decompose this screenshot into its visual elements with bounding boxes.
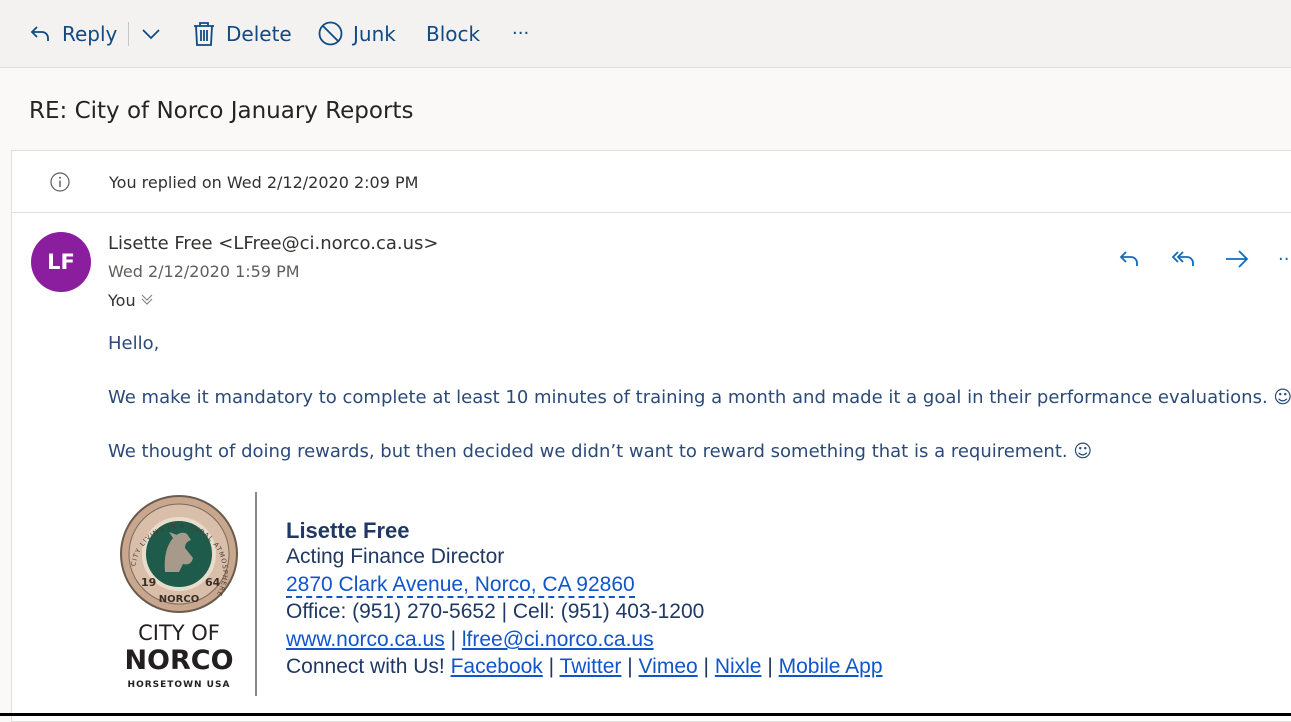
logo-tagline: HORSETOWN USA: [128, 680, 231, 690]
recipient-label: You: [108, 291, 136, 310]
email-link[interactable]: lfree@ci.norco.ca.us: [462, 628, 654, 651]
command-toolbar: Reply Delete Junk Block ···: [0, 0, 1291, 68]
signature-social: Connect with Us! Facebook | Twitter | Vi…: [286, 655, 883, 679]
avatar-initials: LF: [47, 250, 75, 274]
reply-dropdown-button[interactable]: [140, 0, 162, 67]
recipients[interactable]: You: [108, 291, 154, 310]
reply-button[interactable]: Reply: [28, 0, 117, 67]
forward-icon: [1224, 250, 1250, 275]
vimeo-link[interactable]: Vimeo: [639, 655, 698, 678]
separator: |: [542, 655, 560, 678]
reply-icon: [28, 22, 52, 46]
trash-icon: [192, 21, 216, 47]
seal-year-right: 64: [205, 576, 221, 589]
delete-button[interactable]: Delete: [192, 0, 292, 67]
mobile-app-link[interactable]: Mobile App: [779, 655, 883, 678]
replied-info-text: You replied on Wed 2/12/2020 2:09 PM: [109, 173, 419, 192]
facebook-link[interactable]: Facebook: [451, 655, 543, 678]
separator: |: [697, 655, 715, 678]
message-card: You replied on Wed 2/12/2020 2:09 PM LF …: [11, 150, 1291, 722]
logo-city-of: CITY OF: [138, 621, 220, 645]
nixle-link[interactable]: Nixle: [715, 655, 762, 678]
signature-name: Lisette Free: [286, 518, 410, 543]
avatar[interactable]: LF: [31, 232, 91, 292]
block-circle-icon: [318, 21, 343, 46]
signature-title: Acting Finance Director: [286, 545, 505, 568]
website-link[interactable]: www.norco.ca.us: [286, 628, 445, 651]
junk-button[interactable]: Junk: [318, 0, 396, 67]
greeting: Hello,: [108, 333, 160, 354]
more-icon: ···: [512, 23, 530, 44]
reply-label: Reply: [62, 21, 118, 46]
reply-all-icon: [1170, 251, 1198, 275]
reply-message-button[interactable]: [1118, 247, 1142, 275]
separator: |: [444, 628, 462, 651]
delete-label: Delete: [226, 21, 292, 46]
message-date: Wed 2/12/2020 1:59 PM: [108, 262, 300, 281]
reply-all-button[interactable]: [1170, 247, 1198, 275]
chevron-double-down-icon: [140, 292, 154, 310]
separator: |: [761, 655, 779, 678]
forward-button[interactable]: [1224, 247, 1250, 275]
more-actions-button[interactable]: ···: [512, 0, 529, 67]
city-of-norco-logo: CITY LIVING IN A RURAL ATMOSPHERE 19 64 …: [117, 492, 242, 696]
signature-phones: Office: (951) 270-5652 | Cell: (951) 403…: [286, 600, 705, 623]
norco-seal-icon: CITY LIVING IN A RURAL ATMOSPHERE 19 64 …: [120, 495, 238, 690]
signature-divider: [255, 492, 257, 696]
junk-label: Junk: [353, 21, 396, 46]
body-paragraph-2: We thought of doing rewards, but then de…: [108, 441, 1093, 462]
seal-year-left: 19: [141, 576, 156, 589]
twitter-link[interactable]: Twitter: [560, 655, 622, 678]
more-icon: ···: [1278, 249, 1291, 270]
email-subject: RE: City of Norco January Reports: [29, 98, 414, 124]
signature-address[interactable]: 2870 Clark Avenue, Norco, CA 92860: [286, 573, 635, 598]
address-link[interactable]: 2870 Clark Avenue, Norco, CA 92860: [286, 573, 635, 598]
body-paragraph-1: We make it mandatory to complete at leas…: [108, 387, 1291, 408]
toolbar-divider: [128, 22, 129, 46]
message-more-button[interactable]: ···: [1278, 249, 1291, 270]
block-label: Block: [426, 21, 481, 46]
chevron-down-icon: [140, 23, 162, 45]
sender-name[interactable]: Lisette Free <LFree@ci.norco.ca.us>: [108, 233, 439, 254]
logo-norco: NORCO: [124, 645, 233, 676]
separator: |: [621, 655, 639, 678]
info-icon: [50, 172, 70, 196]
reply-icon: [1118, 251, 1142, 275]
signature-web-email: www.norco.ca.us | lfree@ci.norco.ca.us: [286, 628, 654, 652]
block-button[interactable]: Block: [426, 0, 480, 67]
connect-label: Connect with Us!: [286, 655, 451, 678]
info-bar: You replied on Wed 2/12/2020 2:09 PM: [12, 151, 1291, 213]
seal-bottom-text: NORCO: [159, 594, 199, 605]
